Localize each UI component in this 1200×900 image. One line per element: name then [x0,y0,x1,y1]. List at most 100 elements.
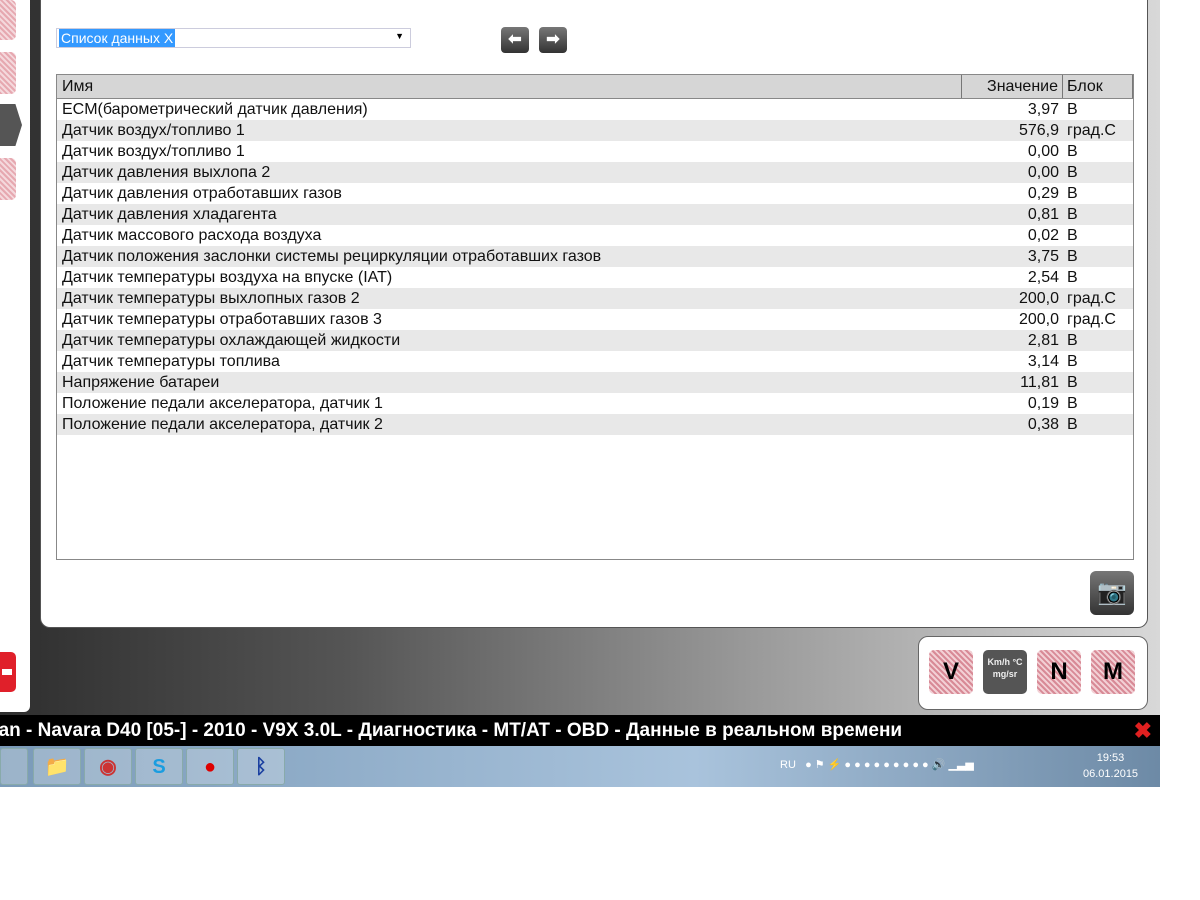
row-value: 2,81 [1027,332,1059,349]
row-value: 3,14 [1027,353,1059,370]
row-value: 11,81 [1020,374,1059,391]
row-name: Датчик температуры воздуха на впуске (IA… [62,269,393,286]
unit-metric-button[interactable]: Km/h °C mg/sr [983,650,1027,694]
header-name[interactable]: Имя [57,75,962,98]
sidebar-button-2[interactable] [0,52,16,94]
row-name: Датчик давления выхлопа 2 [62,164,271,181]
row-value: 0,81 [1027,206,1059,223]
table-row[interactable]: Положение педали акселератора, датчик 2 0… [57,414,1133,435]
table-row[interactable]: Датчик температуры отработавших газов 3 2… [57,309,1133,330]
row-unit: В [1067,143,1078,160]
table-row[interactable]: Датчик давления отработавших газов 0,29 В [57,183,1133,204]
row-unit: град.С [1067,122,1116,139]
table-row[interactable]: Датчик давления выхлопа 2 0,00 В [57,162,1133,183]
table-row[interactable]: Датчик положения заслонки системы рецирк… [57,246,1133,267]
table-row[interactable]: Датчик температуры охлаждающей жидкости 2… [57,330,1133,351]
table-row[interactable]: ECM(барометрический датчик давления) 3,97… [57,99,1133,120]
table-row[interactable]: Датчик массового расхода воздуха 0,02 В [57,225,1133,246]
title-bar: san - Navara D40 [05-] - 2010 - V9X 3.0L… [0,715,1160,746]
clock-time: 19:53 [1096,752,1125,764]
sidebar-button-1[interactable] [0,0,16,40]
screenshot-button[interactable]: 📷 [1090,571,1134,615]
row-unit: В [1067,374,1078,391]
table-row[interactable]: Датчик температуры выхлопных газов 2 200,… [57,288,1133,309]
bluetooth-icon[interactable]: ᛒ [237,748,285,785]
data-list-select[interactable]: Список данных X ▼ [56,28,411,48]
unit-n-button[interactable]: N [1037,650,1081,694]
row-unit: В [1067,248,1078,265]
row-name: Напряжение батареи [62,374,220,391]
clock-date: 06.01.2015 [1083,768,1139,780]
explorer-icon[interactable]: 📁 [33,748,81,785]
row-value: 0,00 [1027,143,1059,160]
row-unit: В [1067,206,1078,223]
row-unit: В [1067,227,1078,244]
table-row[interactable]: Датчик давления хладагента 0,81 В [57,204,1133,225]
row-name: Датчик давления отработавших газов [62,185,342,202]
main-panel: Список данных X ▼ ⬅ ➡ Имя Значение Блок … [40,0,1148,628]
camera-icon: 📷 [1097,579,1127,606]
row-value: 0,38 [1027,416,1059,433]
table-row[interactable]: Датчик воздух/топливо 1 0,00 В [57,141,1133,162]
clock[interactable]: 19:53 06.01.2015 [1083,750,1138,782]
row-name: Положение педали акселератора, датчик 2 [62,416,383,433]
row-unit: В [1067,185,1078,202]
table-row[interactable]: Положение педали акселератора, датчик 1 0… [57,393,1133,414]
row-unit: В [1067,332,1078,349]
table-row[interactable]: Датчик температуры воздуха на впуске (IA… [57,267,1133,288]
row-value: 3,75 [1027,248,1059,265]
back-button[interactable]: ⬅ [501,27,529,53]
row-value: 200,0 [1018,290,1059,307]
diagnostic-app-icon[interactable]: ● [186,748,234,785]
start-button[interactable] [0,748,28,785]
data-table: Имя Значение Блок ECM(барометрический да… [56,74,1134,560]
arrow-back-icon: ⬅ [508,31,522,48]
skype-icon[interactable]: S [135,748,183,785]
row-unit: град.С [1067,311,1116,328]
row-name: ECM(барометрический датчик давления) [62,101,368,118]
table-row[interactable]: Датчик воздух/топливо 1 576,9 град.С [57,120,1133,141]
row-value: 0,19 [1027,395,1059,412]
row-unit: В [1067,416,1078,433]
row-unit: В [1067,395,1078,412]
row-unit: В [1067,164,1078,181]
row-unit: В [1067,353,1078,370]
row-value: 0,00 [1027,164,1059,181]
row-name: Датчик температуры отработавших газов 3 [62,311,382,328]
arrow-forward-icon: ➡ [546,31,560,48]
chrome-icon[interactable]: ◉ [84,748,132,785]
table-header: Имя Значение Блок [57,75,1133,99]
header-unit[interactable]: Блок [1063,75,1133,98]
row-name: Датчик температуры выхлопных газов 2 [62,290,360,307]
language-indicator[interactable]: RU [780,759,796,771]
row-value: 3,97 [1027,101,1059,118]
units-panel: V Km/h °C mg/sr N M [918,636,1148,710]
row-name: Датчик воздух/топливо 1 [62,143,245,160]
row-name: Датчик давления хладагента [62,206,277,223]
tray-icons[interactable]: ● ⚑ ⚡ ● ● ● ● ● ● ● ● ● 🔊 ▁▃▅ [799,759,974,771]
row-name: Датчик температуры охлаждающей жидкости [62,332,401,349]
table-row[interactable]: Датчик температуры топлива 3,14 В [57,351,1133,372]
sidebar [0,0,30,712]
row-value: 576,9 [1018,122,1059,139]
sidebar-button-realtime-data[interactable] [0,104,22,146]
row-name: Датчик массового расхода воздуха [62,227,322,244]
exit-button[interactable] [0,652,16,692]
row-name: Датчик положения заслонки системы рецирк… [62,248,602,265]
unit-m-button[interactable]: M [1091,650,1135,694]
row-value: 0,02 [1027,227,1059,244]
unit-v-button[interactable]: V [929,650,973,694]
forward-button[interactable]: ➡ [539,27,567,53]
row-value: 200,0 [1018,311,1059,328]
table-row[interactable]: Напряжение батареи 11,81 В [57,372,1133,393]
row-unit: град.С [1067,290,1116,307]
system-tray: RU ● ⚑ ⚡ ● ● ● ● ● ● ● ● ● 🔊 ▁▃▅ [780,758,974,771]
chevron-down-icon: ▼ [395,31,404,41]
row-value: 0,29 [1027,185,1059,202]
row-name: Датчик воздух/топливо 1 [62,122,245,139]
header-value[interactable]: Значение [962,75,1063,98]
sidebar-button-4[interactable] [0,158,16,200]
row-unit: В [1067,101,1078,118]
taskbar: 📁 ◉ S ● ᛒ RU ● ⚑ ⚡ ● ● ● ● ● ● ● ● ● 🔊 ▁… [0,746,1160,787]
close-icon[interactable]: ✖ [1134,715,1152,746]
